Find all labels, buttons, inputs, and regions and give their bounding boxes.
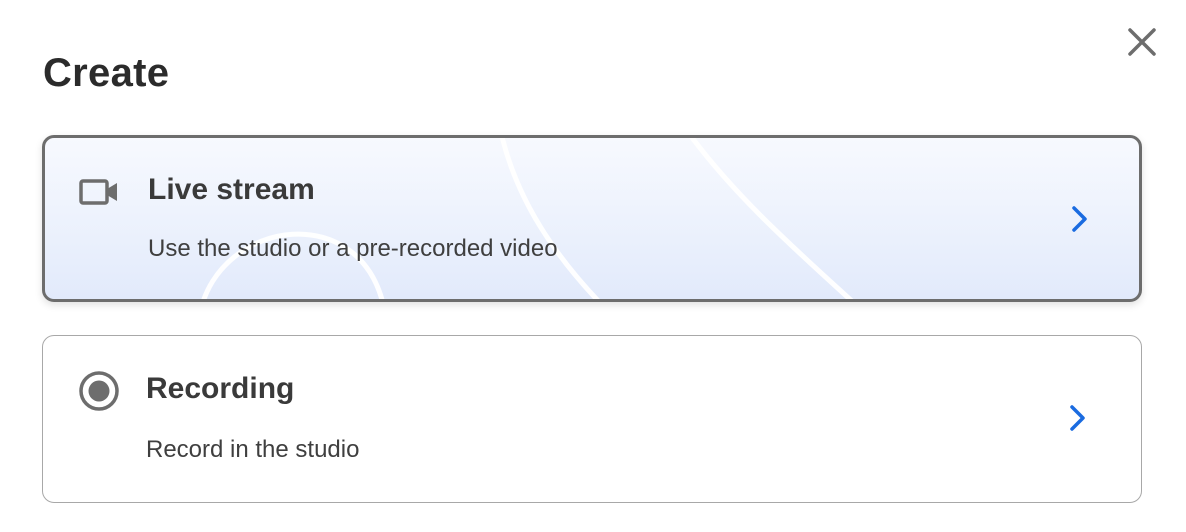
- live-stream-option[interactable]: Live stream Use the studio or a pre-reco…: [42, 135, 1142, 302]
- decorative-curves: [201, 138, 854, 299]
- close-button[interactable]: [1122, 22, 1162, 62]
- dialog-title: Create: [43, 51, 170, 95]
- live-stream-description: Use the studio or a pre-recorded video: [148, 235, 558, 262]
- record-icon: [79, 371, 119, 411]
- chevron-right-icon: [1072, 206, 1087, 232]
- video-camera-icon: [79, 179, 117, 205]
- live-stream-title: Live stream: [148, 173, 315, 206]
- recording-option[interactable]: Recording Record in the studio: [42, 335, 1142, 503]
- chevron-right-icon: [1070, 405, 1085, 431]
- recording-description: Record in the studio: [146, 436, 360, 463]
- create-dialog: Create Live stream Use the studio or a p…: [0, 0, 1186, 532]
- recording-title: Recording: [146, 372, 295, 405]
- close-icon: [1128, 28, 1156, 56]
